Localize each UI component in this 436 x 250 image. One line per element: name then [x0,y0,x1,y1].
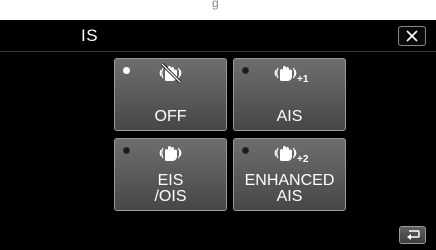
close-button[interactable] [398,26,426,46]
stabilizer-off-icon [157,63,185,83]
camera-menu-screen: IS OFF +1 AIS EIS /OIS +2 ENHANCED AIS [0,20,436,250]
page-title: IS [81,26,99,45]
icon-suffix: +1 [297,74,309,83]
option-eis-ois-button[interactable]: EIS /OIS [114,138,227,211]
option-ais-button[interactable]: +1 AIS [233,58,346,131]
option-label: ENHANCED AIS [244,172,335,205]
return-icon [406,230,420,240]
back-button[interactable] [399,226,426,244]
option-enhanced-ais-button[interactable]: +2 ENHANCED AIS [233,138,346,211]
stabilizer-eis-icon [157,143,185,163]
top-band: g [0,0,436,20]
option-label: OFF [154,108,187,125]
close-icon [406,30,418,42]
unselected-indicator [123,147,130,154]
stabilizer-enhanced-icon: +2 [272,143,312,163]
stabilizer-ais-icon: +1 [272,63,312,83]
option-label: AIS [276,108,303,125]
selected-indicator [123,67,130,74]
unselected-indicator [242,67,249,74]
option-off-button[interactable]: OFF [114,58,227,131]
title-bar: IS [0,20,436,52]
icon-suffix: +2 [297,154,309,163]
option-label: EIS /OIS [154,172,187,205]
cropped-heading-text: g [212,0,219,10]
unselected-indicator [242,147,249,154]
